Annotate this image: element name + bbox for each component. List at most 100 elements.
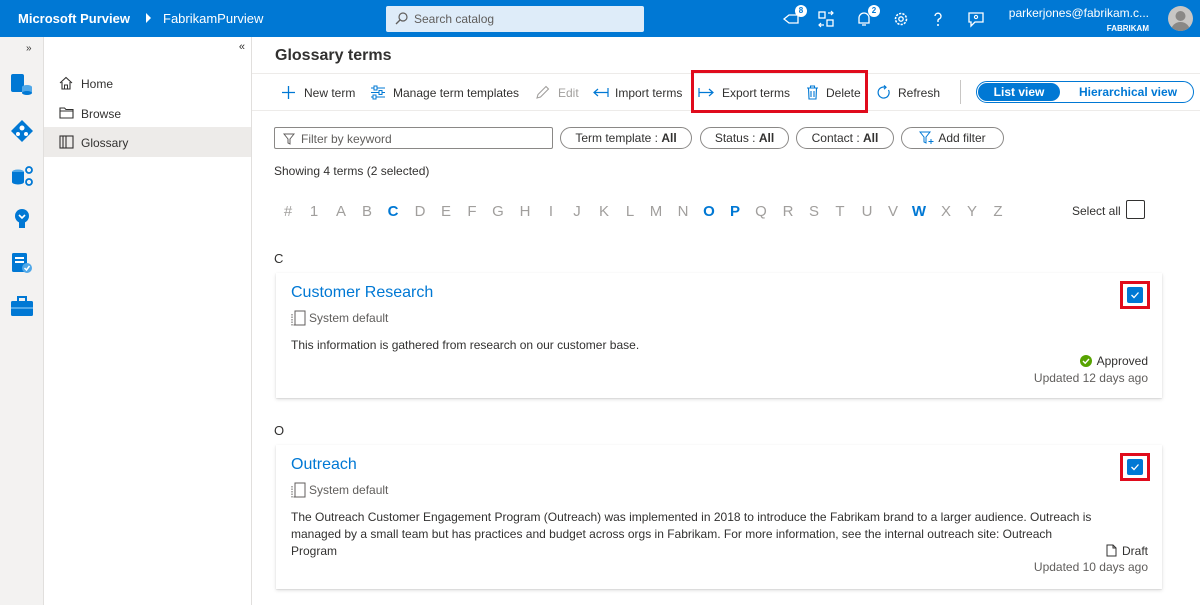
contact-filter[interactable]: Contact : All [796,127,894,149]
alphabet-letter: I [548,203,554,220]
term-template-filter[interactable]: Term template : All [560,127,692,149]
book-icon [59,135,74,149]
term-card[interactable]: Customer Research System default This in… [276,273,1162,398]
user-org: FABRIKAM [1106,24,1149,33]
alphabet-letter[interactable]: W [909,203,929,220]
import-terms-label: Import terms [615,86,683,100]
data-policy-icon[interactable] [10,207,34,231]
collapse-nav-icon[interactable]: « [239,41,245,53]
alphabet-letter: R [782,203,794,220]
term-name-link[interactable]: Outreach [291,456,357,474]
select-all-label: Select all [1072,204,1121,218]
checkmark-icon [1131,464,1139,471]
alphabet-letter[interactable]: C [383,203,403,220]
plus-icon [282,86,295,99]
import-icon [593,88,609,97]
filter-value: All [863,131,879,145]
import-terms-button[interactable]: Import terms [593,84,688,102]
manage-term-templates-button[interactable]: Manage term templates [370,84,525,102]
filter-placeholder: Filter by keyword [301,132,392,146]
account-name[interactable]: FabrikamPurview [163,11,263,26]
tasks-icon[interactable]: 8 [782,5,807,28]
filter-value: All [661,131,677,145]
term-status: Draft [1106,544,1148,558]
hierarchical-view-button[interactable]: Hierarchical view [1063,83,1193,101]
filter-label: Term template : [575,131,662,145]
status-label: Approved [1096,354,1148,368]
term-description: This information is gathered from resear… [291,338,640,352]
alphabet-letter: D [414,203,426,220]
refresh-button[interactable]: Refresh [876,84,946,102]
refresh-label: Refresh [898,86,941,100]
approved-icon [1079,355,1092,367]
expand-rail-icon[interactable]: » [26,43,32,54]
notifications-badge: 2 [868,5,880,17]
alphabet-letter: B [361,203,372,220]
alphabet-letter: T [835,203,845,220]
term-updated: Updated 10 days ago [1033,560,1148,574]
feedback-icon[interactable] [967,10,985,28]
data-catalog-icon[interactable] [10,119,34,143]
data-sharing-icon[interactable] [10,251,34,275]
alphabet-letter: Q [755,203,767,220]
term-checkbox[interactable] [1127,287,1143,303]
add-filter-icon [919,131,934,144]
alphabet-letter: J [573,203,581,220]
add-filter-button[interactable]: Add filter [901,127,1004,149]
settings-icon[interactable] [892,10,910,28]
alphabet-letter: S [808,203,819,220]
search-placeholder: Search catalog [414,12,495,26]
data-estate-insights-icon[interactable] [10,164,34,188]
alphabet-letter: V [887,203,898,220]
edit-label: Edit [558,86,579,100]
nav-item-label: Home [81,77,114,91]
filter-label: Status : [714,131,759,145]
notifications-icon[interactable]: 2 [855,5,880,28]
alphabet-letter[interactable]: P [725,203,745,220]
new-term-button[interactable]: New term [281,84,361,102]
manage-templates-label: Manage term templates [393,86,520,100]
checkbox-highlight [1120,281,1150,309]
brand-name[interactable]: Microsoft Purview [18,11,130,26]
nav-item-label: Browse [81,107,122,121]
nav-item-browse[interactable]: Browse [44,98,251,128]
switch-directory-icon[interactable] [817,10,835,28]
term-card[interactable]: Outreach System default The Outreach Cus… [276,445,1162,589]
alphabet-letter: L [625,203,635,220]
nav-item-glossary[interactable]: Glossary [44,127,251,157]
management-icon[interactable] [10,295,34,319]
list-view-button[interactable]: List view [978,83,1060,101]
alphabet-letter: Y [966,203,977,220]
template-icon [291,310,306,326]
filter-label: Contact : [811,131,863,145]
data-map-icon[interactable] [10,72,34,96]
search-input[interactable]: Search catalog [386,6,644,32]
term-description: The Outreach Customer Engagement Program… [291,510,1092,558]
alphabet-letter: E [440,203,451,220]
home-icon [59,76,73,90]
checkbox-highlight [1120,453,1150,481]
status-filter[interactable]: Status : All [700,127,789,149]
template-label: System default [309,483,389,497]
alphabet-letter: F [467,203,477,220]
draft-icon [1106,544,1117,557]
template-icon [291,482,306,498]
nav-item-home[interactable]: Home [44,68,251,98]
filter-by-keyword-input[interactable]: Filter by keyword [274,127,553,149]
edit-button[interactable]: Edit [535,84,585,102]
group-letter: C [274,251,284,266]
alphabet-letter: # [283,203,293,220]
user-email[interactable]: parkerjones@fabrikam.c... [1009,6,1149,20]
alphabet-letter[interactable]: O [699,203,719,220]
filter-icon [283,133,295,145]
select-all-checkbox[interactable] [1126,200,1145,219]
alphabet-letter: X [940,203,951,220]
term-name-link[interactable]: Customer Research [291,284,433,302]
alphabet-letter: H [519,203,531,220]
page-title: Glossary terms [275,47,392,64]
help-icon[interactable] [929,10,947,28]
avatar[interactable] [1168,6,1193,31]
term-checkbox[interactable] [1127,459,1143,475]
nav-item-label: Glossary [81,136,129,150]
nav-panel: « Home Browse Glossary [44,37,252,605]
